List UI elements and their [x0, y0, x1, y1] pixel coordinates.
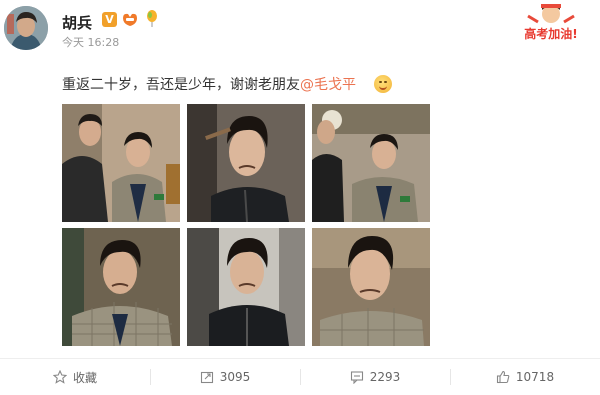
weibo-post: 胡兵 V 今天 16:28 高考加油! 重返二十岁，吾还是少年，谢谢老朋友 @毛…: [0, 0, 600, 394]
user-avatar[interactable]: [4, 6, 48, 50]
verified-badge[interactable]: V: [102, 11, 117, 27]
action-toolbar: 收藏 3095 2293 10718: [0, 358, 600, 395]
balloon-icon[interactable]: [143, 10, 161, 28]
smile-emoji-icon: [374, 75, 392, 93]
mention-link[interactable]: @毛戈平: [300, 74, 356, 94]
like-button[interactable]: 10718: [450, 359, 600, 395]
sticker-text: 高考加油!: [524, 26, 577, 41]
photo-man-with-brush[interactable]: [187, 104, 305, 222]
exam-cheer-sticker[interactable]: 高考加油!: [508, 2, 594, 46]
post-meta: 今天 16:28: [62, 34, 119, 50]
like-count: 10718: [515, 370, 555, 384]
comment-icon: [350, 371, 363, 384]
star-icon: [52, 370, 67, 384]
photo-grid: [62, 104, 430, 346]
comment-button[interactable]: 2293: [300, 359, 450, 395]
user-badges: V: [102, 10, 161, 28]
photo-man-closeup[interactable]: [312, 228, 430, 346]
repost-button[interactable]: 3095: [150, 359, 300, 395]
photo-man-dark-jacket[interactable]: [187, 228, 305, 346]
photo-two-men-standing[interactable]: [312, 104, 430, 222]
post-time[interactable]: 今天 16:28: [62, 34, 119, 50]
photo-man-plaid-blazer[interactable]: [62, 228, 180, 346]
comment-count: 2293: [369, 370, 401, 384]
user-name[interactable]: 胡兵: [62, 12, 92, 33]
photo-makeup-artist-and-man[interactable]: [62, 104, 180, 222]
post-text: 重返二十岁，吾还是少年，谢谢老朋友: [62, 77, 300, 93]
repost-count: 3095: [219, 370, 251, 384]
thumbs-up-icon: [496, 370, 510, 384]
post-content: 重返二十岁，吾还是少年，谢谢老朋友 @毛戈平: [62, 74, 392, 94]
repost-icon: [200, 371, 213, 384]
vip-icon[interactable]: [121, 10, 139, 28]
favorite-button[interactable]: 收藏: [0, 359, 150, 395]
favorite-label: 收藏: [72, 370, 97, 385]
